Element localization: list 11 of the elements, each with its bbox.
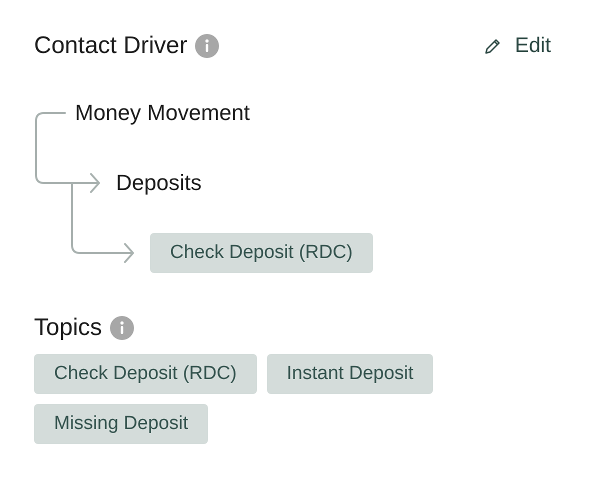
topic-tag: Instant Deposit [266, 354, 434, 394]
tag: Check Deposit (RDC) [150, 233, 373, 273]
topic-tag: Check Deposit (RDC) [34, 354, 257, 394]
topic-tag: Missing Deposit [34, 404, 208, 444]
info-icon[interactable] [195, 34, 220, 58]
section-title: Contact Driver [34, 32, 188, 60]
tree-node-label: Money Movement [75, 100, 250, 126]
section-title: Topics [34, 314, 102, 342]
tree-node-label: Deposits [116, 170, 202, 196]
edit-button[interactable]: Edit [482, 34, 551, 58]
info-icon[interactable] [110, 316, 134, 340]
